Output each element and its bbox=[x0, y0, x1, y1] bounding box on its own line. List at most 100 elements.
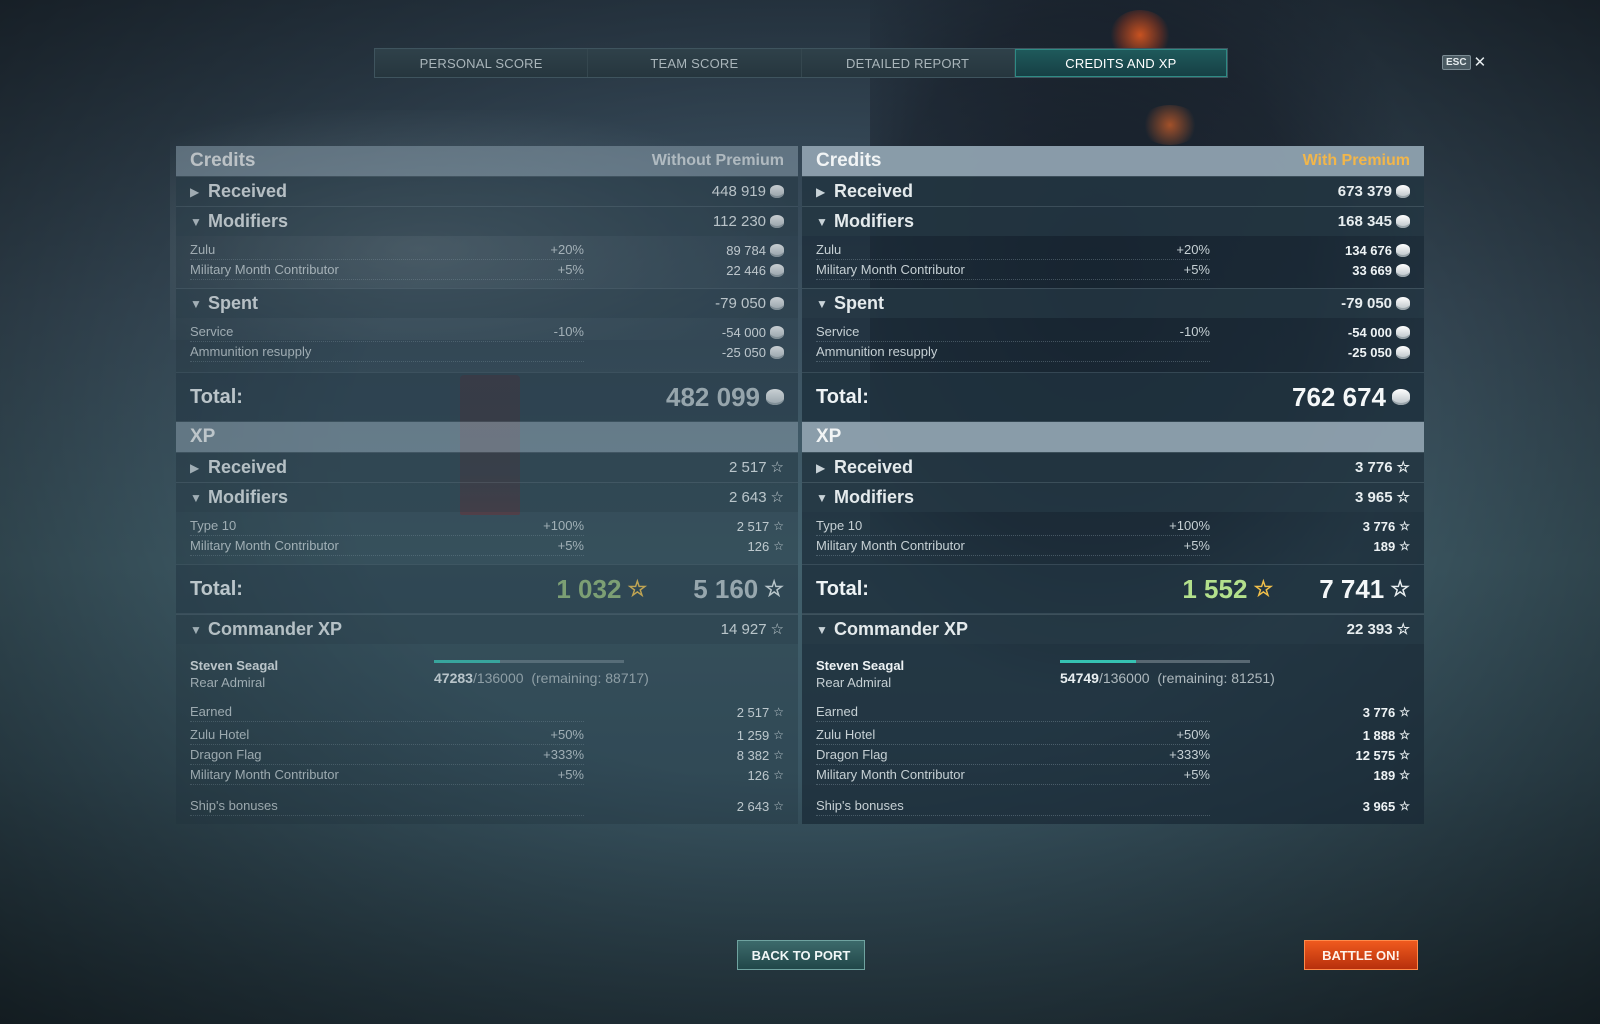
xp-star-icon: ☆ bbox=[1396, 621, 1410, 638]
xp-modifiers-row[interactable]: ▼ Modifiers 2 643 ☆ bbox=[176, 482, 798, 512]
pct-text: +5% bbox=[557, 262, 584, 277]
pct-text: +5% bbox=[557, 538, 584, 553]
xp-star-icon: ☆ bbox=[773, 519, 784, 533]
tab-detailed-report[interactable]: DETAILED REPORT bbox=[801, 49, 1015, 77]
credits-total-row: Total: 482 099 bbox=[176, 372, 798, 422]
pct-text: +333% bbox=[543, 747, 584, 762]
xp-received-row[interactable]: ▶ Received 3 776 ☆ bbox=[802, 452, 1424, 482]
xp-modifier-row: Military Month Contributor +5% 126 ☆ bbox=[176, 536, 798, 556]
spent-row: Ammunition resupply -25 050 bbox=[176, 342, 798, 362]
collapse-arrow-icon: ▼ bbox=[190, 214, 202, 229]
sval-text: -54 000 bbox=[584, 325, 784, 340]
tab-team-score[interactable]: TEAM SCORE bbox=[588, 49, 802, 77]
pct-text: +5% bbox=[1183, 538, 1210, 553]
commander-xp-detail-row: Military Month Contributor +5% 189 ☆ bbox=[802, 765, 1424, 785]
expand-arrow-icon: ▶ bbox=[190, 460, 200, 475]
xp-star-icon: ☆ bbox=[773, 705, 784, 719]
commander-xp-detail-row: Dragon Flag +333% 8 382 ☆ bbox=[176, 745, 798, 765]
sval-text: 33 669 bbox=[1210, 263, 1410, 278]
commander-info: Steven Seagal Rear Admiral 47283/136000 … bbox=[190, 658, 784, 698]
credits-received-row[interactable]: ▶ Received 448 919 bbox=[176, 176, 798, 206]
premium-label: With Premium bbox=[1302, 152, 1410, 169]
credits-coin-icon bbox=[770, 297, 784, 310]
commander-xp-bar-fill bbox=[434, 660, 501, 663]
credits-received-row[interactable]: ▶ Received 673 379 bbox=[802, 176, 1424, 206]
xp-star-icon: ☆ bbox=[1399, 539, 1410, 553]
lab-text: Ammunition resupply bbox=[816, 343, 1210, 362]
collapse-arrow-icon: ▼ bbox=[190, 622, 202, 637]
credits-coin-icon bbox=[1396, 297, 1410, 310]
sval-text: 3 776 ☆ bbox=[1362, 704, 1410, 720]
credits-spent-row[interactable]: ▼ Spent -79 050 bbox=[176, 288, 798, 318]
pct-text: +5% bbox=[1183, 767, 1210, 782]
credits-total-row: Total: 762 674 bbox=[802, 372, 1424, 422]
lab-text: Military Month Contributor +5% bbox=[816, 537, 1210, 556]
credits-spent-row[interactable]: ▼ Spent -79 050 bbox=[802, 288, 1424, 318]
sval-text: 2 643 ☆ bbox=[736, 798, 784, 814]
lab-text: Military Month Contributor +5% bbox=[190, 766, 584, 785]
pct-text: +333% bbox=[1169, 747, 1210, 762]
group-label: Received bbox=[208, 181, 288, 201]
credits-header: Credits Without Premium bbox=[176, 146, 798, 176]
gval-text: -79 050 bbox=[1341, 295, 1410, 312]
pct-text: +100% bbox=[543, 518, 584, 533]
lab-text: Military Month Contributor +5% bbox=[816, 766, 1210, 785]
gval-text: 3 965 ☆ bbox=[1355, 489, 1410, 506]
credits-modifiers-row[interactable]: ▼ Modifiers 168 345 bbox=[802, 206, 1424, 236]
sval-text: 89 784 bbox=[584, 243, 784, 258]
credits-modifiers-row[interactable]: ▼ Modifiers 112 230 bbox=[176, 206, 798, 236]
sval-text: -54 000 bbox=[1210, 325, 1410, 340]
credits-coin-icon bbox=[1392, 389, 1410, 405]
group-value: 112 230 bbox=[713, 213, 784, 230]
xp-modifier-row: Type 10 +100% 2 517 ☆ bbox=[176, 516, 798, 536]
xp-total: 5 160 ☆ bbox=[693, 573, 784, 604]
sval-text: 1 259 ☆ bbox=[736, 727, 784, 743]
background-fire-2 bbox=[1140, 105, 1200, 145]
group-label: Modifiers bbox=[208, 211, 289, 231]
sval-text: 189 ☆ bbox=[1373, 538, 1410, 554]
tab-personal-score[interactable]: PERSONAL SCORE bbox=[375, 49, 589, 77]
xp-total: 7 741 ☆ bbox=[1319, 573, 1410, 604]
credits-coin-icon bbox=[766, 389, 784, 405]
commander-info: Steven Seagal Rear Admiral 54749/136000 … bbox=[816, 658, 1410, 698]
commander-xp-detail-row: Earned 2 517 ☆ bbox=[176, 702, 798, 722]
pct-text: +50% bbox=[550, 727, 584, 742]
lab-text: Military Month Contributor +5% bbox=[190, 537, 584, 556]
pct-text: -10% bbox=[553, 324, 584, 339]
sval-text: 2 517 ☆ bbox=[736, 518, 784, 534]
commander-xp-bar-fill bbox=[1060, 660, 1137, 663]
xp-total-row: Total: 1 552 ☆ 7 741 ☆ bbox=[802, 564, 1424, 614]
ship-bonus-row: Ship's bonuses 3 965 ☆ bbox=[802, 796, 1424, 816]
collapse-arrow-icon: ▼ bbox=[816, 214, 828, 229]
expand-arrow-icon: ▶ bbox=[190, 184, 200, 199]
premium-label: Without Premium bbox=[651, 152, 784, 169]
commander-xp-text: 54749/136000 (remaining: 81251) bbox=[1060, 670, 1275, 686]
spent-row: Ammunition resupply -25 050 bbox=[802, 342, 1424, 362]
tab-credits-and-xp[interactable]: CREDITS AND XP bbox=[1014, 49, 1227, 77]
group-label: Spent bbox=[208, 293, 259, 313]
xp-title: XP bbox=[816, 426, 842, 447]
close-button[interactable]: ESC ✕ bbox=[1442, 53, 1486, 71]
xp-star-icon: ☆ bbox=[1396, 489, 1410, 506]
lab-text: Service -10% bbox=[190, 323, 584, 342]
sval-text: 1 888 ☆ bbox=[1362, 727, 1410, 743]
commander-xp-bar bbox=[434, 660, 624, 663]
esc-key-badge: ESC bbox=[1442, 54, 1471, 70]
gname-text: Received bbox=[208, 457, 288, 477]
credits-coin-icon bbox=[770, 243, 784, 257]
xp-star-icon: ☆ bbox=[1399, 799, 1410, 813]
xp-received-row[interactable]: ▶ Received 2 517 ☆ bbox=[176, 452, 798, 482]
lab-text: Zulu Hotel +50% bbox=[190, 726, 584, 745]
gname-text: Received bbox=[834, 181, 914, 201]
commander-xp-row[interactable]: ▼ Commander XP 22 393 ☆ bbox=[802, 614, 1424, 644]
battle-on-button[interactable]: BATTLE ON! bbox=[1304, 940, 1418, 970]
xp-modifiers-row[interactable]: ▼ Modifiers 3 965 ☆ bbox=[802, 482, 1424, 512]
commander-xp-row[interactable]: ▼ Commander XP 14 927 ☆ bbox=[176, 614, 798, 644]
credits-header: Credits With Premium bbox=[802, 146, 1424, 176]
xp-star-icon: ☆ bbox=[1399, 705, 1410, 719]
sval-text: 126 ☆ bbox=[747, 538, 784, 554]
back-to-port-button[interactable]: BACK TO PORT bbox=[737, 940, 865, 970]
commander-xp-bar bbox=[1060, 660, 1250, 663]
lab-text: Dragon Flag +333% bbox=[816, 746, 1210, 765]
lab-text: Ammunition resupply bbox=[190, 343, 584, 362]
